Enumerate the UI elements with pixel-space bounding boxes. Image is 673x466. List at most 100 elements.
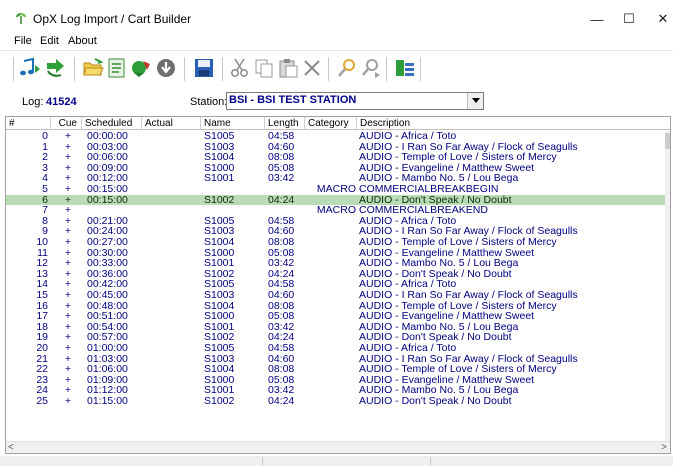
row-description: AUDIO - Temple of Love / Sisters of Merc…: [359, 364, 557, 375]
status-separator: [430, 457, 431, 465]
menu-bar: File Edit About: [0, 34, 673, 50]
row-cue: +: [64, 237, 72, 248]
import-log-icon[interactable]: [44, 57, 66, 79]
row-name: S1002: [204, 268, 235, 280]
column-header-number[interactable]: #: [6, 117, 51, 130]
table-row[interactable]: 1 +00:03:00 S1003 04:60 AUDIO - I Ran So Far…: [6, 142, 665, 153]
menu-file[interactable]: File: [14, 35, 32, 47]
close-button[interactable]: ✕: [643, 6, 673, 32]
row-number: 4: [42, 173, 48, 184]
table-row[interactable]: 21 +01:03:00 S1003 04:60 AUDIO - I Ran So Fa…: [6, 354, 665, 365]
table-row[interactable]: 3 +00:09:00 S1000 05:08 AUDIO - Evangeline /…: [6, 163, 665, 174]
import-audio-icon[interactable]: [19, 57, 41, 79]
row-name: S1002: [204, 396, 235, 407]
row-length: 08:08: [268, 152, 295, 163]
table-row[interactable]: 16 +00:48:00 S1004 08:08 AUDIO - Temple of L…: [6, 301, 665, 312]
table-row[interactable]: 0 +00:00:00 S1005 04:58 AUDIO - Africa / Tot…: [6, 131, 665, 142]
table-row[interactable]: 25 +01:15:00 S1002 04:24 AUDIO - Don't Speak…: [6, 396, 665, 407]
station-select[interactable]: BSI - BSI TEST STATION: [226, 92, 484, 110]
grid-body: 0 +00:00:00 S1005 04:58 AUDIO - Africa / Tot…: [6, 131, 665, 441]
row-number: 6: [42, 194, 48, 206]
toolbar-separator: [420, 57, 421, 81]
station-dropdown-button[interactable]: [467, 93, 483, 109]
table-row[interactable]: 24 +01:12:00 S1001 03:42 AUDIO - Mambo No. 5…: [6, 385, 665, 396]
row-length: [268, 205, 310, 216]
table-row[interactable]: 7 + MACRO COMMERCIALBREAKEND: [6, 205, 665, 216]
save-icon[interactable]: [193, 57, 215, 79]
vertical-scrollbar[interactable]: [665, 131, 670, 441]
build-carts-icon[interactable]: [130, 57, 152, 79]
table-row[interactable]: 4 +00:12:00 S1001 03:42 AUDIO - Mambo No. 5 …: [6, 173, 665, 184]
column-header-cue[interactable]: Cue: [51, 117, 82, 130]
menu-edit[interactable]: Edit: [40, 35, 59, 47]
row-description: AUDIO - Africa / Toto: [359, 279, 457, 290]
row-scheduled: 01:12:00: [87, 385, 128, 396]
row-scheduled: 00:30:00: [87, 247, 128, 259]
table-row[interactable]: 11 +00:30:00 S1000 05:08 AUDIO - Evangeline …: [6, 248, 665, 259]
delete-icon[interactable]: [301, 57, 323, 79]
row-category: [306, 216, 358, 227]
copy-icon[interactable]: [253, 57, 275, 79]
station-select-value: BSI - BSI TEST STATION: [229, 94, 357, 106]
row-cue: +: [64, 332, 72, 343]
edit-list-icon[interactable]: [106, 57, 128, 79]
table-row[interactable]: 18 +00:54:00 S1001 03:42 AUDIO - Mambo No. 5…: [6, 322, 665, 333]
table-row[interactable]: 14 +00:42:00 S1005 04:58 AUDIO - Africa / To…: [6, 279, 665, 290]
table-row[interactable]: 5 +00:15:00 MACRO COMMERCIALBREAKBEGIN: [6, 184, 665, 195]
table-row[interactable]: 8 +00:21:00 S1005 04:58 AUDIO - Africa / Tot…: [6, 216, 665, 227]
column-header-actual[interactable]: Actual: [142, 117, 201, 130]
toolbar: [0, 50, 673, 86]
table-row[interactable]: 20 +01:00:00 S1005 04:58 AUDIO - Africa / To…: [6, 343, 665, 354]
table-row[interactable]: 22 +01:06:00 S1004 08:08 AUDIO - Temple of L…: [6, 364, 665, 375]
row-actual: [145, 205, 203, 216]
column-header-name[interactable]: Name: [201, 117, 265, 130]
row-actual: [145, 131, 203, 142]
table-row[interactable]: 9 +00:24:00 S1003 04:60 AUDIO - I Ran So Far…: [6, 226, 665, 237]
open-folder-icon[interactable]: [82, 57, 104, 79]
log-grid[interactable]: # Cue Scheduled Actual Name Length Categ…: [5, 116, 671, 454]
minimize-icon: —: [590, 11, 604, 27]
scroll-right-arrow[interactable]: >: [657, 442, 667, 453]
row-length: 04:58: [268, 279, 295, 290]
row-category: [306, 258, 358, 269]
table-row[interactable]: 19 +00:57:00 S1002 04:24 AUDIO - Don't Speak…: [6, 332, 665, 343]
download-icon[interactable]: [155, 57, 177, 79]
row-name: S1001: [204, 321, 235, 333]
cut-icon[interactable]: [229, 57, 251, 79]
menu-about[interactable]: About: [68, 35, 97, 47]
toolbar-separator: [386, 57, 387, 81]
row-category: [306, 195, 358, 206]
table-row[interactable]: 23 +01:09:00 S1000 05:08 AUDIO - Evangeline …: [6, 375, 665, 386]
find-icon[interactable]: [336, 57, 358, 79]
column-header-scheduled[interactable]: Scheduled: [82, 117, 142, 130]
row-cue: +: [64, 343, 72, 354]
table-row[interactable]: 13 +00:36:00 S1002 04:24 AUDIO - Don't Speak…: [6, 269, 665, 280]
row-cue: +: [64, 258, 72, 269]
table-row[interactable]: 15 +00:45:00 S1003 04:60 AUDIO - I Ran So Fa…: [6, 290, 665, 301]
row-scheduled: 00:48:00: [87, 300, 128, 312]
row-description: AUDIO - Mambo No. 5 / Lou Bega: [359, 321, 519, 333]
row-name: S1000: [204, 162, 235, 174]
table-row[interactable]: 6 +00:15:00 S1002 04:24 AUDIO - Don't Speak …: [6, 194, 665, 206]
row-actual: [145, 237, 203, 248]
row-number: 24: [36, 385, 48, 396]
table-row[interactable]: 10 +00:27:00 S1004 08:08 AUDIO - Temple of L…: [6, 237, 665, 248]
row-description: AUDIO - Mambo No. 5 / Lou Bega: [359, 385, 519, 396]
table-row[interactable]: 2 +00:06:00 S1004 08:08 AUDIO - Temple of Lo…: [6, 152, 665, 163]
scroll-left-arrow[interactable]: <: [8, 442, 18, 453]
table-row[interactable]: 17 +00:51:00 S1000 05:08 AUDIO - Evangeline …: [6, 311, 665, 322]
column-header-category[interactable]: Category: [305, 117, 357, 130]
row-scheduled: 01:06:00: [87, 364, 128, 375]
table-row[interactable]: 12 +00:33:00 S1001 03:42 AUDIO - Mambo No. 5…: [6, 258, 665, 269]
vertical-scroll-thumb[interactable]: [665, 133, 670, 149]
row-name: S1003: [204, 226, 235, 237]
row-description: COMMERCIALBREAKEND: [359, 205, 488, 216]
horizontal-scrollbar[interactable]: < >: [6, 441, 670, 453]
paste-icon[interactable]: [277, 57, 299, 79]
find-next-icon[interactable]: [360, 57, 382, 79]
row-number: 17: [36, 311, 48, 322]
row-scheduled: 00:06:00: [87, 152, 128, 163]
station-settings-icon[interactable]: [394, 57, 416, 79]
column-header-description[interactable]: Description: [357, 117, 670, 130]
column-header-length[interactable]: Length: [265, 117, 305, 130]
